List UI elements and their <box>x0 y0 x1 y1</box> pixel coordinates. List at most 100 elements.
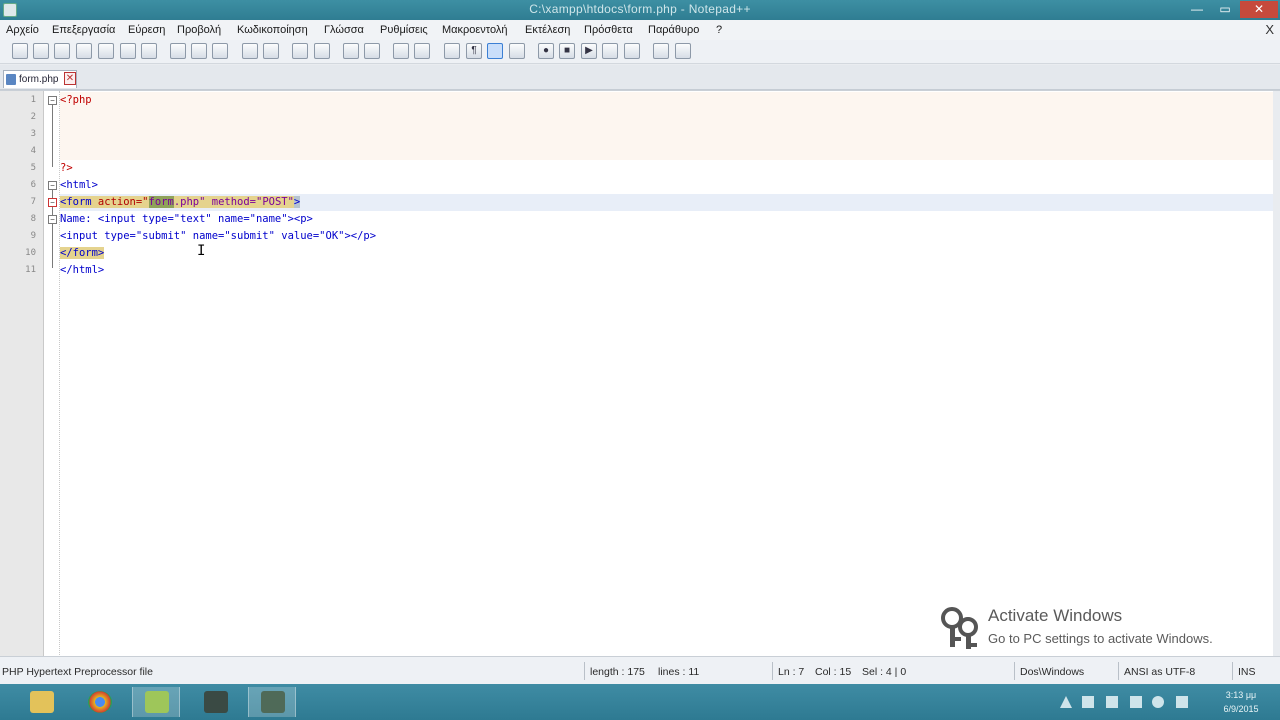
user-lang-icon[interactable] <box>509 43 525 59</box>
replace-icon[interactable] <box>314 43 330 59</box>
notepadpp-app-icon[interactable] <box>3 3 17 17</box>
redo-icon[interactable] <box>263 43 279 59</box>
sync-vertical-icon[interactable] <box>393 43 409 59</box>
line-number: 1 <box>30 95 36 105</box>
close-all-icon[interactable] <box>120 43 136 59</box>
notepad-icon <box>145 691 169 713</box>
tab-close-button[interactable]: ✕ <box>64 72 76 85</box>
show-all-chars-icon[interactable]: ¶ <box>466 43 482 59</box>
stop-record-icon[interactable]: ■ <box>559 43 575 59</box>
undo-icon[interactable] <box>242 43 258 59</box>
language-icon[interactable] <box>1176 696 1188 708</box>
menu-encoding[interactable]: Κωδικοποίηση <box>237 24 308 36</box>
save-all-icon[interactable] <box>76 43 92 59</box>
copy-icon[interactable] <box>191 43 207 59</box>
fold-toggle-icon[interactable]: − <box>48 181 57 190</box>
menu-run[interactable]: Εκτέλεση <box>525 24 570 36</box>
menu-window[interactable]: Παράθυρο <box>648 24 699 36</box>
windows-taskbar: 3:13 μμ 6/9/2015 <box>0 684 1280 720</box>
close-window-button[interactable]: ✕ <box>1240 1 1278 18</box>
menu-help[interactable]: ? <box>716 24 722 36</box>
notepadpp-icon[interactable] <box>132 687 180 717</box>
status-divider <box>772 662 773 680</box>
find-icon[interactable] <box>292 43 308 59</box>
form-close-tag: </form> <box>60 247 105 259</box>
menu-settings[interactable]: Ρυθμίσεις <box>380 24 428 36</box>
status-bar: PHP Hypertext Preprocessor file length :… <box>0 656 1280 684</box>
indent-guide-icon[interactable] <box>487 43 503 59</box>
status-insert-mode[interactable]: INS <box>1238 666 1256 678</box>
name-input-line: Name: <input type="text" name="name"><p> <box>60 213 313 225</box>
fold-toggle-icon[interactable]: − <box>48 198 57 207</box>
sync-horizontal-icon[interactable] <box>414 43 430 59</box>
tab-form-php[interactable]: form.php ✕ <box>3 70 77 88</box>
menu-language[interactable]: Γλώσσα <box>324 24 364 36</box>
html-close-tag: </html> <box>60 264 105 276</box>
fold-toggle-icon[interactable]: − <box>48 96 57 105</box>
record-macro-icon[interactable]: ● <box>538 43 554 59</box>
line-number: 10 <box>25 248 36 258</box>
status-eol[interactable]: Dos\Windows <box>1020 666 1084 678</box>
status-lines: lines : 11 <box>658 666 700 678</box>
status-divider <box>1118 662 1119 680</box>
line-number: 4 <box>30 146 36 156</box>
status-divider <box>1014 662 1015 680</box>
system-clock[interactable]: 3:13 μμ 6/9/2015 <box>1206 688 1276 716</box>
status-divider <box>584 662 585 680</box>
selected-text: form <box>148 196 174 208</box>
screen-recorder-icon[interactable] <box>248 687 296 717</box>
new-file-icon[interactable] <box>12 43 28 59</box>
menu-file[interactable]: Αρχείο <box>6 24 39 36</box>
clock-date: 6/9/2015 <box>1223 704 1259 714</box>
toolbar: ¶ ● ■ ▶ <box>0 40 1280 64</box>
menu-macro[interactable]: Μακροεντολή <box>442 24 508 36</box>
file-explorer-icon[interactable] <box>18 687 66 717</box>
spell-check-icon[interactable] <box>675 43 691 59</box>
window-title: C:\xampp\htdocs\form.php - Notepad++ <box>529 2 751 16</box>
chrome-icon[interactable] <box>76 687 124 717</box>
zoom-out-icon[interactable] <box>364 43 380 59</box>
show-hidden-icons-icon[interactable] <box>1060 696 1072 708</box>
paste-icon[interactable] <box>212 43 228 59</box>
minimize-button[interactable]: — <box>1184 1 1210 18</box>
status-encoding[interactable]: ANSI as UTF-8 <box>1124 666 1195 678</box>
menu-edit[interactable]: Επεξεργασία <box>52 24 115 36</box>
menu-view[interactable]: Προβολή <box>177 24 221 36</box>
close-document-button[interactable]: X <box>1265 22 1274 37</box>
flag-icon[interactable] <box>1106 696 1118 708</box>
menu-search[interactable]: Εύρεση <box>128 24 165 36</box>
status-language: PHP Hypertext Preprocessor file <box>2 666 153 678</box>
code-line-7: <form action="form.php" method="POST"> <box>60 194 1276 211</box>
cut-icon[interactable] <box>170 43 186 59</box>
xampp-icon[interactable] <box>192 687 240 717</box>
play-macro-icon[interactable]: ▶ <box>581 43 597 59</box>
line-number: 2 <box>30 112 36 122</box>
run-macro-multiple-icon[interactable] <box>602 43 618 59</box>
zoom-in-icon[interactable] <box>343 43 359 59</box>
save-macro-icon[interactable] <box>624 43 640 59</box>
battery-icon[interactable] <box>1130 696 1142 708</box>
submit-input-line: <input type="submit" name="submit" value… <box>60 230 377 242</box>
close-icon[interactable] <box>98 43 114 59</box>
document-tab-bar: form.php ✕ <box>0 65 1280 90</box>
activate-windows-watermark: Activate Windows Go to PC settings to ac… <box>938 605 1258 655</box>
code-line-3 <box>60 126 1276 143</box>
volume-icon[interactable] <box>1152 696 1164 708</box>
maximize-button[interactable]: ▭ <box>1212 1 1238 18</box>
form-action-attr: action=" <box>91 196 149 208</box>
form-tag-end: > <box>293 196 301 208</box>
open-file-icon[interactable] <box>33 43 49 59</box>
browser-icon <box>88 691 112 713</box>
menu-plugins[interactable]: Πρόσθετα <box>584 24 633 36</box>
word-wrap-icon[interactable] <box>444 43 460 59</box>
launch-browser-icon[interactable] <box>653 43 669 59</box>
title-bar[interactable]: C:\xampp\htdocs\form.php - Notepad++ — ▭… <box>0 0 1280 20</box>
recorder-icon <box>261 691 285 713</box>
fold-toggle-icon[interactable]: − <box>48 215 57 224</box>
code-editor[interactable]: 1 2 3 4 5 6 7 8 9 10 11 − − − − <?php ?>… <box>0 90 1280 657</box>
print-icon[interactable] <box>141 43 157 59</box>
php-open-tag: <?php <box>60 94 92 106</box>
network-icon[interactable] <box>1082 696 1094 708</box>
vertical-scrollbar[interactable] <box>1273 91 1280 657</box>
save-icon[interactable] <box>54 43 70 59</box>
